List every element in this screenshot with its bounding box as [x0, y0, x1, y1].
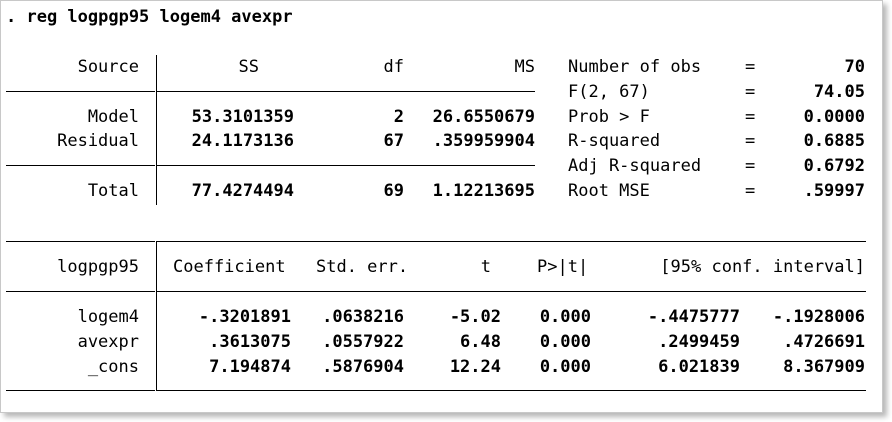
coef-se: .5876904 [322, 357, 404, 377]
stat-label: Prob > F [568, 107, 650, 127]
stat-equals: = [745, 181, 756, 201]
coef-t: 6.48 [460, 332, 501, 352]
anova-df: 67 [383, 131, 404, 151]
anova-header-df: df [383, 57, 404, 77]
coef-value: .3613075 [209, 332, 291, 352]
anova-header-rule-right [157, 91, 535, 92]
coef-header-p: P>|t| [537, 257, 589, 277]
anova-total-rule-left [6, 165, 155, 166]
anova-source: Model [87, 107, 139, 127]
coef-se: .0638216 [322, 307, 404, 327]
coef-t: -5.02 [449, 307, 501, 327]
stat-equals: = [745, 131, 756, 151]
anova-source: Residual [57, 131, 139, 151]
anova-ms: 1.12213695 [432, 181, 535, 201]
anova-ms: 26.6550679 [432, 107, 535, 127]
coef-bottom-rule-left [6, 390, 155, 391]
coef-ci-low: .2499459 [658, 332, 740, 352]
stat-label: Root MSE [568, 181, 650, 201]
coef-ci-high: -.1928006 [772, 307, 865, 327]
coef-p: 0.000 [539, 357, 591, 377]
coef-top-rule-right [157, 241, 866, 242]
coef-t: 12.24 [449, 357, 501, 377]
coef-value: 7.194874 [209, 357, 291, 377]
coef-se: .0557922 [322, 332, 404, 352]
stat-label: Number of obs [568, 57, 702, 77]
stata-output-panel: . reg logpgp95 logem4 avexpr Source SS d… [0, 0, 883, 413]
coef-value: -.3201891 [198, 307, 291, 327]
stat-equals: = [745, 57, 756, 77]
stat-value: .59997 [803, 181, 865, 201]
coef-bottom-rule-right [157, 390, 866, 391]
coef-header-ci: [95% conf. interval] [660, 257, 865, 277]
stat-equals: = [745, 156, 756, 176]
coef-ci-high: 8.367909 [783, 357, 865, 377]
anova-divider [156, 55, 157, 205]
coef-ci-low: -.4475777 [647, 307, 740, 327]
coef-top-rule-left [6, 241, 155, 242]
anova-df: 2 [393, 107, 404, 127]
coef-header-rule-left [6, 291, 155, 292]
coef-ci-low: 6.021839 [658, 357, 740, 377]
coef-var: avexpr [77, 332, 139, 352]
stat-value: 0.6885 [803, 131, 865, 151]
coef-header-t: t [480, 257, 491, 277]
anova-header-source: Source [77, 57, 139, 77]
anova-header-ss: SS [238, 57, 259, 77]
command-line: . reg logpgp95 logem4 avexpr [6, 7, 293, 27]
stat-equals: = [745, 82, 756, 102]
coef-header-depvar: logpgp95 [57, 257, 139, 277]
stat-value: 74.05 [813, 82, 865, 102]
coef-header-coefficient: Coefficient [173, 257, 286, 277]
stat-label: F(2, 67) [568, 82, 650, 102]
coef-var: _cons [87, 357, 139, 377]
coef-divider [156, 241, 157, 391]
coef-ci-high: .4726691 [783, 332, 865, 352]
stat-value: 0.0000 [803, 107, 865, 127]
stat-label: R-squared [568, 131, 661, 151]
anova-ss: 24.1173136 [191, 131, 294, 151]
anova-ms: .359959904 [432, 131, 535, 151]
anova-df: 69 [383, 181, 404, 201]
stat-label: Adj R-squared [568, 156, 702, 176]
anova-ss: 77.4274494 [191, 181, 294, 201]
anova-ss: 53.3101359 [191, 107, 294, 127]
coef-var: logem4 [77, 307, 139, 327]
stat-value: 70 [844, 57, 865, 77]
coef-header-std-err: Std. err. [316, 257, 409, 277]
coef-header-rule-right [157, 291, 866, 292]
coef-p: 0.000 [539, 307, 591, 327]
coef-p: 0.000 [539, 332, 591, 352]
stat-value: 0.6792 [803, 156, 865, 176]
anova-header-rule-left [6, 91, 155, 92]
anova-total-rule-right [157, 165, 535, 166]
anova-header-ms: MS [514, 57, 535, 77]
anova-source: Total [87, 181, 139, 201]
stat-equals: = [745, 107, 756, 127]
